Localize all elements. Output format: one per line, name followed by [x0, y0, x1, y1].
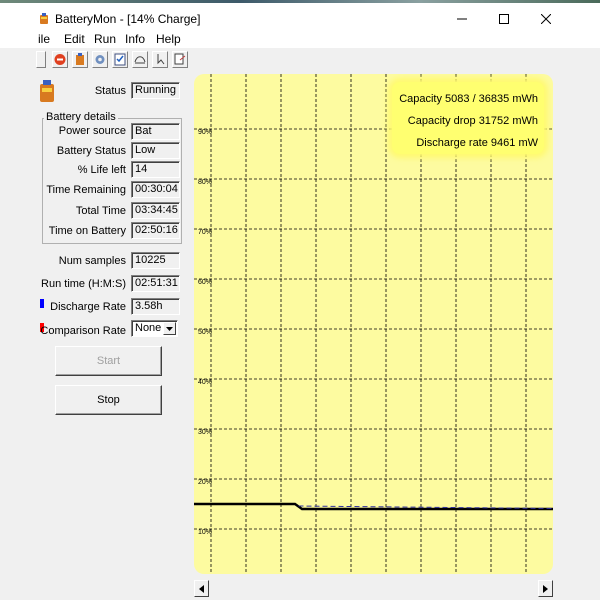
toolbar-stop-button[interactable] [52, 51, 68, 68]
battery-details-title: Battery details [44, 111, 118, 123]
scroll-left-arrow[interactable] [194, 580, 209, 597]
total-time-value: 03:34:45 [131, 202, 180, 219]
power-source-label: Power source [58, 125, 126, 137]
life-left-value: 14 [131, 161, 180, 178]
time-on-battery-value: 02:50:16 [131, 222, 180, 239]
toolbar-checklist-button[interactable] [112, 51, 128, 68]
comparison-rate-label: Comparison Rate [40, 325, 126, 337]
toolbar-graph-button[interactable] [132, 51, 148, 68]
total-time-label: Total Time [75, 205, 126, 217]
menu-edit[interactable]: Edit [64, 32, 85, 46]
chevron-left-icon [199, 584, 204, 593]
y-tick-label: 80% [198, 179, 212, 186]
menu-help[interactable]: Help [156, 32, 181, 46]
close-icon [541, 14, 551, 24]
toolbar [0, 48, 200, 72]
status-panel: Status Running Battery details Power sou… [0, 72, 194, 600]
toolbar-export-button[interactable] [172, 51, 188, 68]
menu-bar: ile Edit Run Info Help [0, 30, 600, 48]
run-time-value: 02:51:31 [131, 275, 180, 292]
power-source-value: Bat [131, 123, 180, 140]
toolbar-settings-button[interactable] [92, 51, 108, 68]
discharge-rate-value: 3.58h [131, 298, 180, 315]
status-label: Status [94, 85, 126, 97]
y-tick-label: 40% [198, 379, 212, 386]
checklist-icon [114, 53, 126, 66]
title-bar[interactable]: BatteryMon - [14% Charge] [0, 3, 600, 30]
export-icon [174, 53, 186, 65]
battery-app-icon [40, 13, 48, 24]
graph-icon [134, 56, 146, 64]
battery-icon [76, 53, 84, 65]
chevron-down-icon[interactable] [163, 322, 176, 335]
comparison-rate-select[interactable]: None [131, 320, 178, 337]
time-remaining-label: Time Remaining [46, 184, 126, 196]
capacity-text: Capacity 5083 / 36835 mWh [399, 93, 538, 105]
y-tick-label: 50% [198, 329, 212, 336]
app-window: BatteryMon - [14% Charge] ile Edit Run I… [0, 0, 600, 600]
y-tick-label: 30% [198, 429, 212, 436]
chevron-right-icon [543, 584, 548, 593]
maximize-button[interactable] [484, 6, 524, 32]
minimize-button[interactable] [442, 6, 482, 32]
settings-icon [95, 55, 105, 64]
y-tick-label: 70% [198, 229, 212, 236]
status-value: Running [131, 82, 180, 99]
menu-info[interactable]: Info [125, 32, 145, 46]
y-tick-label: 90% [198, 129, 212, 136]
y-tick-label: 10% [198, 529, 212, 536]
time-on-battery-label: Time on Battery [48, 225, 126, 237]
run-time-label: Run time (H:M:S) [41, 278, 126, 290]
y-tick-label: 60% [198, 279, 212, 286]
menu-run[interactable]: Run [94, 32, 116, 46]
comparison-rate-selected: None [135, 322, 162, 334]
maximize-icon [499, 14, 509, 24]
toolbar-pointer-button[interactable] [152, 51, 168, 68]
discharge-rate-color-marker [40, 299, 44, 308]
discharge-rate-text: Discharge rate 9461 mW [416, 137, 538, 149]
battery-chart: 90%80%70%60%50%40%30%20%10%13:50:0513:50… [194, 74, 553, 574]
capacity-drop-text: Capacity drop 31752 mWh [407, 115, 538, 127]
pointer-icon [157, 54, 165, 65]
close-button[interactable] [526, 6, 566, 32]
stop-button[interactable]: Stop [55, 385, 162, 415]
time-remaining-value: 00:30:04 [131, 181, 180, 198]
window-title: BatteryMon - [14% Charge] [55, 12, 201, 26]
menu-file[interactable]: ile [38, 32, 50, 46]
discharge-rate-label: Discharge Rate [50, 301, 126, 313]
battery-status-label: Battery Status [56, 145, 126, 157]
num-samples-label: Num samples [58, 255, 126, 267]
life-left-label: % Life left [77, 164, 126, 176]
chart-horizontal-scrollbar[interactable] [194, 580, 553, 597]
chart-info-box: Capacity 5083 / 36835 mWh Capacity drop … [392, 82, 544, 154]
y-tick-label: 20% [198, 479, 212, 486]
toolbar-battery-button[interactable] [72, 51, 88, 68]
scroll-right-arrow[interactable] [538, 580, 553, 597]
battery-status-value: Low [131, 142, 180, 159]
toolbar-button-partial[interactable] [36, 51, 46, 68]
minimize-icon [457, 18, 467, 20]
stop-icon [54, 54, 66, 65]
start-button[interactable]: Start [55, 346, 162, 376]
num-samples-value: 10225 [131, 252, 180, 269]
battery-status-icon [40, 80, 54, 102]
